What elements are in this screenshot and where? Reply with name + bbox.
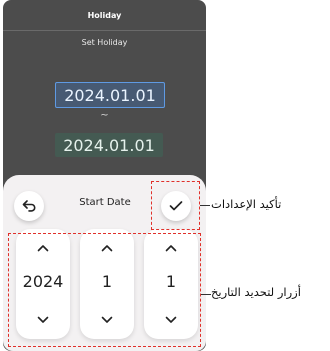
start-date-field[interactable]: 2024.01.01 — [55, 82, 165, 108]
confirm-settings-callout: تأكيد الإعدادات — [211, 197, 282, 211]
date-buttons-leader-line — [201, 294, 211, 295]
date-range-separator: ~ — [100, 110, 109, 121]
confirm-highlight-box — [151, 181, 200, 230]
set-holiday-label: Set Holiday — [81, 38, 128, 47]
picker-title: Start Date — [79, 197, 131, 208]
end-date-field[interactable]: 2024.01.01 — [55, 133, 163, 157]
confirm-leader-line — [200, 205, 210, 206]
back-arrow-icon — [22, 200, 36, 212]
date-buttons-highlight-box — [8, 233, 201, 347]
date-buttons-callout: أزرار لتحديد التاريخ — [211, 285, 301, 299]
back-button[interactable] — [14, 191, 44, 221]
page-title: Holiday — [3, 0, 206, 31]
